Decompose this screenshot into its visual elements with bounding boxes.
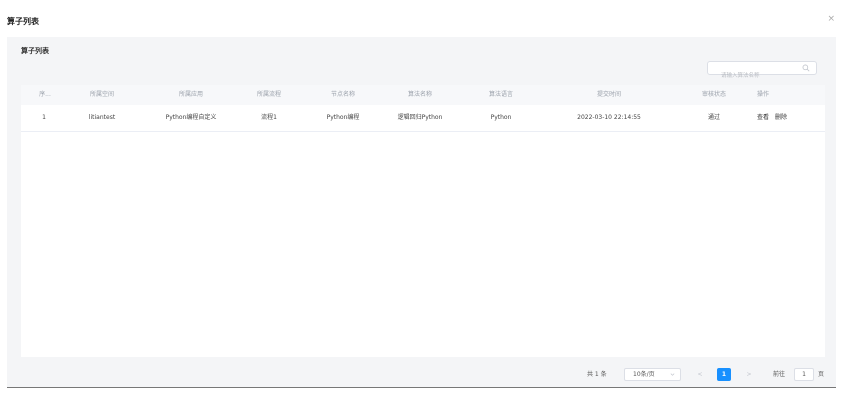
cell-space: litiantest	[88, 114, 116, 121]
column-header-status: 审核状态	[701, 91, 727, 98]
close-icon[interactable]: ×	[827, 15, 835, 24]
cell-algo: 逻辑回归Python	[397, 114, 443, 121]
column-header-lang: 算法语言	[488, 91, 514, 98]
column-header-app: 所属应用	[178, 91, 204, 98]
cell-actions: 查看 删除	[757, 105, 793, 131]
content-panel: 算子列表 序... 所属空间 所属应用 所属流程 节点名称 算法名称 算法语言 …	[7, 37, 836, 387]
operator-table: 序... 所属空间 所属应用 所属流程 节点名称 算法名称 算法语言 提交时间 …	[21, 85, 825, 357]
page-suffix: 页	[818, 371, 825, 378]
panel-bottom-border	[7, 387, 836, 388]
goto-label: 前往	[773, 371, 786, 378]
column-header-time: 提交时间	[596, 91, 622, 98]
cell-time: 2022-03-10 22:14:55	[577, 114, 641, 121]
column-header-node: 节点名称	[330, 91, 356, 98]
search-icon[interactable]	[802, 64, 810, 72]
dialog-title: 算子列表	[7, 17, 39, 26]
column-header-flow: 所属流程	[256, 91, 282, 98]
goto-page-input[interactable]: 1	[794, 368, 814, 381]
page-size-select[interactable]: 10条/页	[624, 368, 681, 381]
cell-flow: 流程1	[261, 114, 277, 121]
search-input[interactable]	[708, 70, 788, 82]
operator-list-dialog: 算子列表 × 算子列表 序... 所属空间 所属应用 所属流程 节点名称 算法名…	[0, 0, 842, 396]
prev-page-button[interactable]: <	[693, 368, 707, 382]
chevron-down-icon	[670, 373, 675, 376]
cell-status: 通过	[707, 114, 721, 121]
search-box	[707, 61, 817, 82]
column-header-actions: 操作	[757, 91, 770, 98]
column-header-index: 序...	[39, 91, 51, 98]
cell-index: 1	[42, 114, 46, 121]
pagination-total: 共 1 条	[587, 371, 607, 378]
table-row: 1 litiantest Python编程自定义 流程1 Python编程 逻辑…	[21, 105, 825, 132]
cell-app: Python编程自定义	[165, 114, 217, 121]
page-number-current[interactable]: 1	[717, 368, 731, 381]
page-size-value: 10条/页	[633, 371, 655, 378]
delete-link[interactable]: 删除	[775, 114, 787, 121]
section-title: 算子列表	[21, 47, 49, 55]
cell-lang: Python	[490, 114, 512, 121]
column-header-algo: 算法名称	[407, 91, 433, 98]
cell-node: Python编程	[326, 114, 360, 121]
next-page-button[interactable]: >	[742, 368, 756, 382]
column-header-space: 所属空间	[89, 91, 115, 98]
table-header: 序... 所属空间 所属应用 所属流程 节点名称 算法名称 算法语言 提交时间 …	[21, 85, 825, 105]
view-link[interactable]: 查看	[757, 114, 769, 121]
